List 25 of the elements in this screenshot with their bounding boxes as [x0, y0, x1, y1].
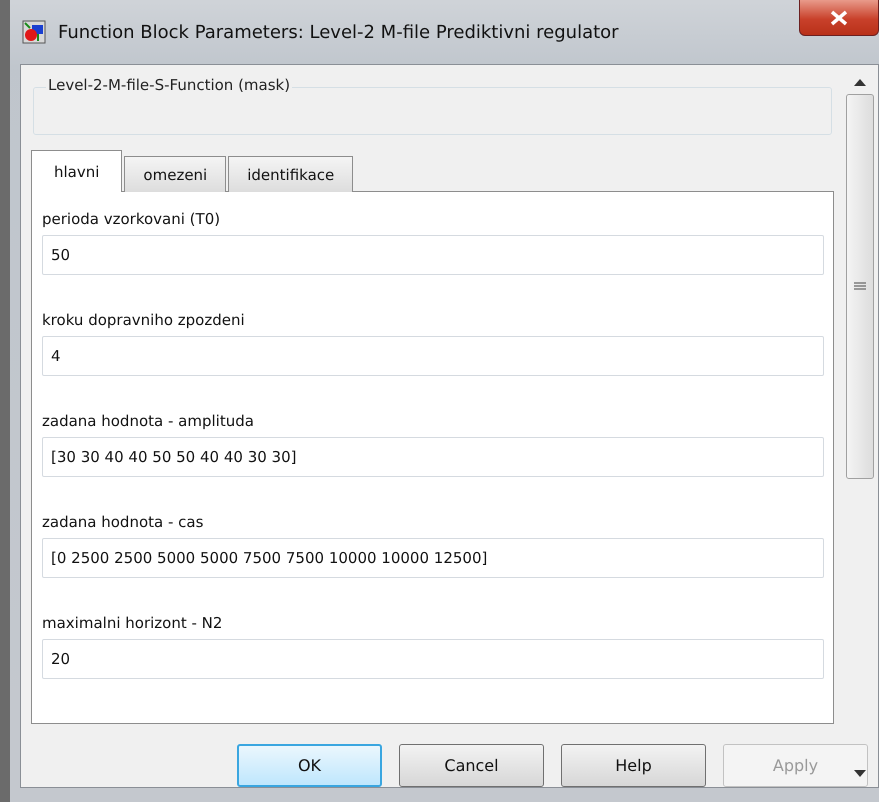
scroll-down-icon[interactable]: [854, 770, 866, 777]
input-field[interactable]: 20: [42, 639, 824, 679]
input-field[interactable]: 4: [42, 336, 824, 376]
dialog-button[interactable]: Cancel: [399, 744, 544, 787]
grip-icon: [854, 282, 866, 292]
window-title: Function Block Parameters: Level-2 M-file Prediktivni regulator: [58, 22, 619, 42]
parameter-label: zadana hodnota - amplituda: [42, 410, 255, 432]
close-icon: [830, 10, 848, 26]
parameter-label: zadana hodnota - cas: [42, 512, 204, 532]
input-field[interactable]: [0 2500 2500 5000 5000 7500 7500 10000 10000 12500]: [42, 538, 824, 578]
scroll-up-icon[interactable]: [854, 79, 866, 86]
input-field[interactable]: 50: [42, 235, 824, 275]
dialog-button[interactable]: Help: [561, 744, 706, 787]
group-title: Level-2-M-file-S-Function (mask): [46, 76, 292, 94]
tab[interactable]: identifikace: [228, 156, 354, 192]
close-button[interactable]: [799, 0, 879, 36]
block-diagram-icon: [22, 20, 46, 44]
parameter-label: maximalni horizont - N2: [42, 612, 224, 634]
scrollbar-thumb[interactable]: [846, 94, 874, 479]
dialog-button[interactable]: OK: [237, 744, 382, 787]
input-field[interactable]: [30 30 40 40 50 50 40 40 30 30]: [42, 437, 824, 477]
parameter-label: kroku dopravniho zpozdeni: [42, 310, 246, 330]
tab[interactable]: omezeni: [124, 156, 226, 192]
tab[interactable]: hlavni: [31, 150, 122, 192]
parameter-label: perioda vzorkovani (T0): [42, 208, 222, 230]
